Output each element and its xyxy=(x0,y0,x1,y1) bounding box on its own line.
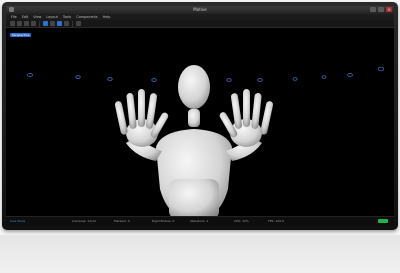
camera-marker-icon xyxy=(107,77,113,81)
camera-marker-icon xyxy=(151,78,157,82)
right-finger xyxy=(260,101,274,135)
right-finger xyxy=(230,93,243,129)
status-cpu: CPU: 12% xyxy=(234,219,249,223)
scene-svg xyxy=(27,65,385,216)
status-skeletons: Skeletons: 1 xyxy=(190,219,209,223)
marker-icon[interactable] xyxy=(50,21,55,26)
camera-icon[interactable] xyxy=(43,21,48,26)
skeleton-model[interactable] xyxy=(114,65,274,216)
maximize-button[interactable] xyxy=(378,7,384,12)
head xyxy=(178,65,210,109)
select-icon[interactable] xyxy=(10,21,15,26)
right-finger xyxy=(251,93,262,129)
monitor-frame: Motive × File Edit View Layout Tools Com… xyxy=(2,2,398,230)
camera-marker-icon xyxy=(292,77,298,81)
status-mode[interactable]: Live Mode xyxy=(10,219,25,223)
window-title: Motive xyxy=(193,7,207,12)
3d-viewport[interactable]: Perspective xyxy=(6,29,394,216)
toolbar xyxy=(6,20,394,28)
camera-marker-icon xyxy=(226,78,232,82)
connection-status-indicator xyxy=(378,219,388,223)
skeleton-icon[interactable] xyxy=(57,21,62,26)
title-bar: Motive × xyxy=(6,6,394,14)
right-finger xyxy=(243,89,250,127)
app-window: Motive × File Edit View Layout Tools Com… xyxy=(6,6,394,225)
left-finger xyxy=(126,93,137,129)
toolbar-divider xyxy=(39,20,40,27)
status-fps: FPS: 120.0 xyxy=(268,219,284,223)
window-controls: × xyxy=(370,7,392,12)
desk-reflection xyxy=(0,235,400,273)
camera-marker-icon xyxy=(75,75,81,79)
status-rigid-bodies: Rigid Bodies: 0 xyxy=(152,219,175,223)
camera-marker-icon xyxy=(377,66,385,72)
left-finger xyxy=(114,101,128,135)
status-bar: Live Mode Cameras: 12/12 Markers: 0 Rigi… xyxy=(6,216,394,225)
camera-marker-icon xyxy=(321,75,327,79)
close-button[interactable]: × xyxy=(386,7,392,12)
camera-marker-icon xyxy=(257,78,263,82)
status-markers: Markers: 0 xyxy=(114,219,130,223)
scale-icon[interactable] xyxy=(31,21,36,26)
pelvis xyxy=(169,179,219,216)
rigidbody-icon[interactable] xyxy=(64,21,69,26)
rotate-icon[interactable] xyxy=(24,21,29,26)
camera-marker-icon xyxy=(347,73,353,77)
view-icon[interactable] xyxy=(76,21,81,26)
app-logo-icon xyxy=(9,7,14,12)
left-finger xyxy=(138,89,145,127)
minimize-button[interactable] xyxy=(370,7,376,12)
camera-marker-icon xyxy=(27,73,33,77)
neck xyxy=(188,109,200,127)
move-icon[interactable] xyxy=(17,21,22,26)
left-finger xyxy=(145,93,158,129)
toolbar-divider xyxy=(72,20,73,27)
status-cameras: Cameras: 12/12 xyxy=(72,219,96,223)
